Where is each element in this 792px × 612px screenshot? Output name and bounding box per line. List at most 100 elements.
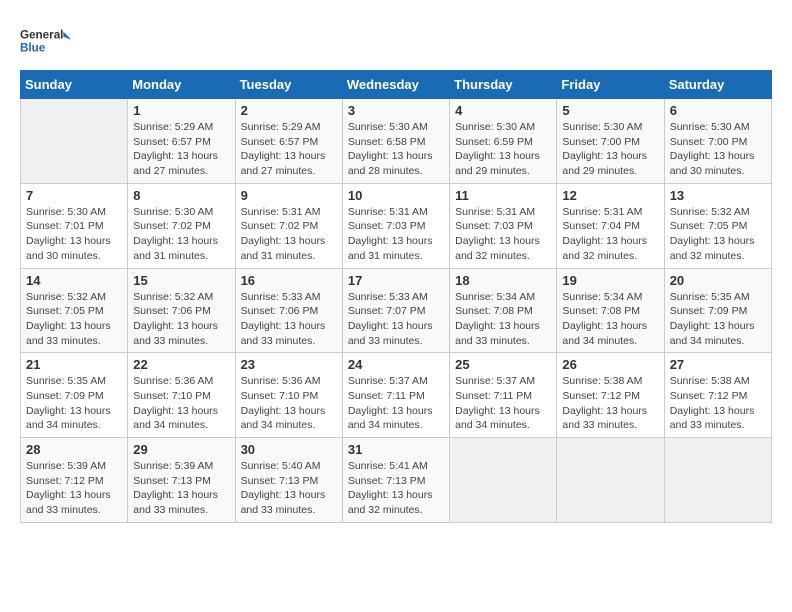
day-cell: 29 Sunrise: 5:39 AM Sunset: 7:13 PM Dayli… — [128, 438, 235, 523]
day-info: Sunrise: 5:36 AM Sunset: 7:10 PM Dayligh… — [241, 374, 337, 433]
header-cell-monday: Monday — [128, 71, 235, 99]
day-number: 9 — [241, 188, 337, 203]
day-cell: 31 Sunrise: 5:41 AM Sunset: 7:13 PM Dayli… — [342, 438, 449, 523]
day-info: Sunrise: 5:29 AM Sunset: 6:57 PM Dayligh… — [241, 120, 337, 179]
day-info: Sunrise: 5:33 AM Sunset: 7:06 PM Dayligh… — [241, 290, 337, 349]
day-cell: 24Sunrise: 5:37 AM Sunset: 7:11 PM Dayli… — [342, 353, 449, 438]
header-cell-sunday: Sunday — [21, 71, 128, 99]
header-cell-tuesday: Tuesday — [235, 71, 342, 99]
day-number: 8 — [133, 188, 229, 203]
day-cell: 16 Sunrise: 5:33 AM Sunset: 7:06 PM Dayli… — [235, 268, 342, 353]
day-cell — [21, 99, 128, 184]
day-number: 27 — [670, 357, 766, 372]
day-cell: 23 Sunrise: 5:36 AM Sunset: 7:10 PM Dayli… — [235, 353, 342, 438]
day-cell: 22 Sunrise: 5:36 AM Sunset: 7:10 PM Dayli… — [128, 353, 235, 438]
day-cell: 28 Sunrise: 5:39 AM Sunset: 7:12 PM Dayli… — [21, 438, 128, 523]
page-header: General Blue — [20, 20, 772, 60]
day-number: 16 — [241, 273, 337, 288]
day-cell: 6 Sunrise: 5:30 AM Sunset: 7:00 PM Daylig… — [664, 99, 771, 184]
day-cell: 19Sunrise: 5:34 AM Sunset: 7:08 PM Dayli… — [557, 268, 664, 353]
day-cell: 26Sunrise: 5:38 AM Sunset: 7:12 PM Dayli… — [557, 353, 664, 438]
day-cell: 9 Sunrise: 5:31 AM Sunset: 7:02 PM Daylig… — [235, 183, 342, 268]
day-info: Sunrise: 5:38 AM Sunset: 7:12 PM Dayligh… — [562, 374, 658, 433]
day-number: 20 — [670, 273, 766, 288]
day-cell: 8 Sunrise: 5:30 AM Sunset: 7:02 PM Daylig… — [128, 183, 235, 268]
day-info: Sunrise: 5:30 AM Sunset: 6:59 PM Dayligh… — [455, 120, 551, 179]
day-cell: 11Sunrise: 5:31 AM Sunset: 7:03 PM Dayli… — [450, 183, 557, 268]
day-cell: 3Sunrise: 5:30 AM Sunset: 6:58 PM Daylig… — [342, 99, 449, 184]
day-info: Sunrise: 5:36 AM Sunset: 7:10 PM Dayligh… — [133, 374, 229, 433]
day-info: Sunrise: 5:31 AM Sunset: 7:02 PM Dayligh… — [241, 205, 337, 264]
week-row-3: 21Sunrise: 5:35 AM Sunset: 7:09 PM Dayli… — [21, 353, 772, 438]
day-info: Sunrise: 5:35 AM Sunset: 7:09 PM Dayligh… — [670, 290, 766, 349]
calendar-header: SundayMondayTuesdayWednesdayThursdayFrid… — [21, 71, 772, 99]
day-number: 14 — [26, 273, 122, 288]
day-number: 6 — [670, 103, 766, 118]
day-number: 17 — [348, 273, 444, 288]
header-cell-saturday: Saturday — [664, 71, 771, 99]
day-cell: 10 Sunrise: 5:31 AM Sunset: 7:03 PM Dayli… — [342, 183, 449, 268]
day-info: Sunrise: 5:30 AM Sunset: 7:02 PM Dayligh… — [133, 205, 229, 264]
day-number: 7 — [26, 188, 122, 203]
day-info: Sunrise: 5:31 AM Sunset: 7:03 PM Dayligh… — [455, 205, 551, 264]
day-cell: 1 Sunrise: 5:29 AM Sunset: 6:57 PM Daylig… — [128, 99, 235, 184]
day-cell — [664, 438, 771, 523]
day-info: Sunrise: 5:34 AM Sunset: 7:08 PM Dayligh… — [455, 290, 551, 349]
day-info: Sunrise: 5:32 AM Sunset: 7:06 PM Dayligh… — [133, 290, 229, 349]
day-number: 19 — [562, 273, 658, 288]
day-info: Sunrise: 5:30 AM Sunset: 7:00 PM Dayligh… — [562, 120, 658, 179]
day-number: 10 — [348, 188, 444, 203]
day-info: Sunrise: 5:41 AM Sunset: 7:13 PM Dayligh… — [348, 459, 444, 518]
day-number: 13 — [670, 188, 766, 203]
day-info: Sunrise: 5:40 AM Sunset: 7:13 PM Dayligh… — [241, 459, 337, 518]
day-info: Sunrise: 5:39 AM Sunset: 7:13 PM Dayligh… — [133, 459, 229, 518]
header-cell-friday: Friday — [557, 71, 664, 99]
day-cell: 15 Sunrise: 5:32 AM Sunset: 7:06 PM Dayli… — [128, 268, 235, 353]
day-cell — [557, 438, 664, 523]
day-number: 28 — [26, 442, 122, 457]
day-info: Sunrise: 5:32 AM Sunset: 7:05 PM Dayligh… — [670, 205, 766, 264]
day-info: Sunrise: 5:30 AM Sunset: 7:00 PM Dayligh… — [670, 120, 766, 179]
day-number: 15 — [133, 273, 229, 288]
calendar-table: SundayMondayTuesdayWednesdayThursdayFrid… — [20, 70, 772, 523]
svg-text:General: General — [20, 28, 63, 41]
day-cell: 12 Sunrise: 5:31 AM Sunset: 7:04 PM Dayli… — [557, 183, 664, 268]
day-info: Sunrise: 5:35 AM Sunset: 7:09 PM Dayligh… — [26, 374, 122, 433]
day-number: 1 — [133, 103, 229, 118]
day-number: 18 — [455, 273, 551, 288]
day-cell: 13 Sunrise: 5:32 AM Sunset: 7:05 PM Dayli… — [664, 183, 771, 268]
week-row-2: 14 Sunrise: 5:32 AM Sunset: 7:05 PM Dayli… — [21, 268, 772, 353]
day-info: Sunrise: 5:30 AM Sunset: 7:01 PM Dayligh… — [26, 205, 122, 264]
calendar-body: 1 Sunrise: 5:29 AM Sunset: 6:57 PM Daylig… — [21, 99, 772, 523]
day-number: 29 — [133, 442, 229, 457]
day-number: 30 — [241, 442, 337, 457]
day-number: 3 — [348, 103, 444, 118]
day-cell: 30 Sunrise: 5:40 AM Sunset: 7:13 PM Dayli… — [235, 438, 342, 523]
day-number: 4 — [455, 103, 551, 118]
day-cell: 17 Sunrise: 5:33 AM Sunset: 7:07 PM Dayli… — [342, 268, 449, 353]
day-info: Sunrise: 5:31 AM Sunset: 7:03 PM Dayligh… — [348, 205, 444, 264]
svg-text:Blue: Blue — [20, 42, 46, 55]
header-cell-thursday: Thursday — [450, 71, 557, 99]
day-number: 12 — [562, 188, 658, 203]
day-number: 22 — [133, 357, 229, 372]
week-row-1: 7 Sunrise: 5:30 AM Sunset: 7:01 PM Daylig… — [21, 183, 772, 268]
day-info: Sunrise: 5:37 AM Sunset: 7:11 PM Dayligh… — [455, 374, 551, 433]
day-info: Sunrise: 5:31 AM Sunset: 7:04 PM Dayligh… — [562, 205, 658, 264]
day-info: Sunrise: 5:39 AM Sunset: 7:12 PM Dayligh… — [26, 459, 122, 518]
day-cell: 4 Sunrise: 5:30 AM Sunset: 6:59 PM Daylig… — [450, 99, 557, 184]
day-cell: 25Sunrise: 5:37 AM Sunset: 7:11 PM Dayli… — [450, 353, 557, 438]
day-info: Sunrise: 5:29 AM Sunset: 6:57 PM Dayligh… — [133, 120, 229, 179]
day-number: 31 — [348, 442, 444, 457]
day-number: 23 — [241, 357, 337, 372]
header-row: SundayMondayTuesdayWednesdayThursdayFrid… — [21, 71, 772, 99]
day-cell: 21Sunrise: 5:35 AM Sunset: 7:09 PM Dayli… — [21, 353, 128, 438]
day-cell: 18 Sunrise: 5:34 AM Sunset: 7:08 PM Dayli… — [450, 268, 557, 353]
day-cell: 27Sunrise: 5:38 AM Sunset: 7:12 PM Dayli… — [664, 353, 771, 438]
day-info: Sunrise: 5:33 AM Sunset: 7:07 PM Dayligh… — [348, 290, 444, 349]
day-cell: 7 Sunrise: 5:30 AM Sunset: 7:01 PM Daylig… — [21, 183, 128, 268]
day-info: Sunrise: 5:32 AM Sunset: 7:05 PM Dayligh… — [26, 290, 122, 349]
week-row-4: 28 Sunrise: 5:39 AM Sunset: 7:12 PM Dayli… — [21, 438, 772, 523]
day-number: 2 — [241, 103, 337, 118]
day-cell — [450, 438, 557, 523]
